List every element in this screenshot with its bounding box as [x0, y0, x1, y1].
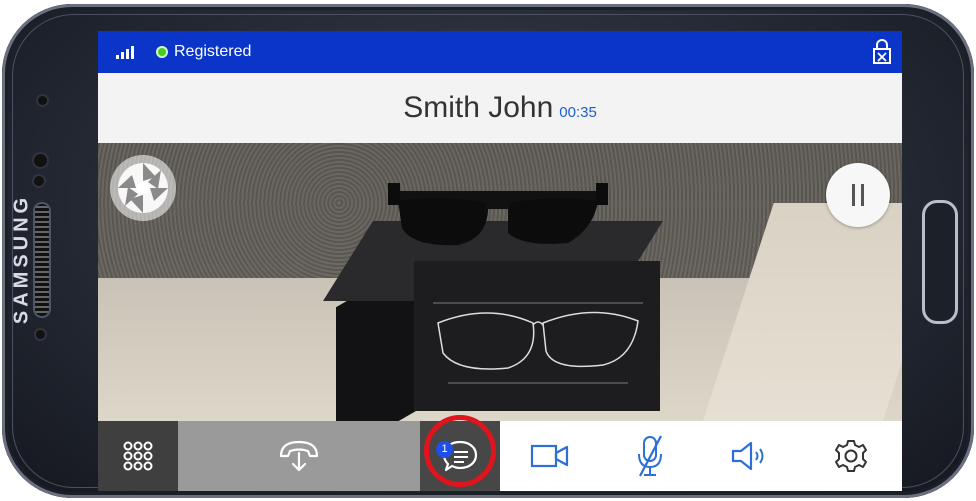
call-info-bar: Smith John 00:35: [98, 73, 902, 143]
home-button[interactable]: [922, 200, 958, 324]
snapshot-button[interactable]: [110, 155, 176, 221]
video-camera-icon: [530, 444, 569, 468]
video-feed: [98, 143, 902, 421]
chat-highlight-ring: [424, 415, 496, 487]
lock-icon[interactable]: [872, 37, 892, 65]
front-sensor: [38, 96, 47, 105]
brand-logo: SAMSUNG: [10, 193, 33, 325]
signal-bars-icon: [116, 45, 134, 59]
call-transfer-icon: [279, 440, 319, 472]
settings-button[interactable]: [800, 421, 902, 491]
registered-status-icon: [156, 46, 168, 58]
status-bar: Registered: [98, 31, 902, 73]
proximity-sensor: [34, 176, 44, 186]
unread-badge: 1: [436, 441, 453, 458]
front-camera: [34, 154, 47, 167]
glasses-sketch: [433, 302, 643, 384]
pause-button[interactable]: [826, 163, 890, 227]
call-transfer-button[interactable]: [178, 421, 420, 491]
mute-button[interactable]: [600, 421, 700, 491]
phone-screen: Registered Smith John 00:35 1: [98, 31, 902, 491]
speaker-button[interactable]: [700, 421, 800, 491]
earpiece-grille: [35, 204, 49, 316]
phone-frame: SAMSUNG Registered Smith John 00:35 1: [2, 4, 974, 498]
settings-gear-icon: [835, 440, 867, 472]
registration-status: Registered: [174, 43, 252, 60]
pause-icon: [852, 184, 855, 206]
call-timer: 00:35: [559, 104, 597, 121]
notification-led: [36, 330, 45, 339]
caller-name: Smith John: [403, 91, 554, 124]
microphone-muted-icon: [638, 435, 662, 477]
video-toggle-button[interactable]: [500, 421, 600, 491]
speaker-icon: [731, 441, 764, 471]
sunglasses: [388, 183, 608, 246]
dialpad-button[interactable]: [98, 421, 178, 491]
call-toolbar: 1: [98, 415, 902, 491]
camera-shutter-icon: [118, 163, 168, 213]
dialpad-icon: [123, 441, 153, 471]
